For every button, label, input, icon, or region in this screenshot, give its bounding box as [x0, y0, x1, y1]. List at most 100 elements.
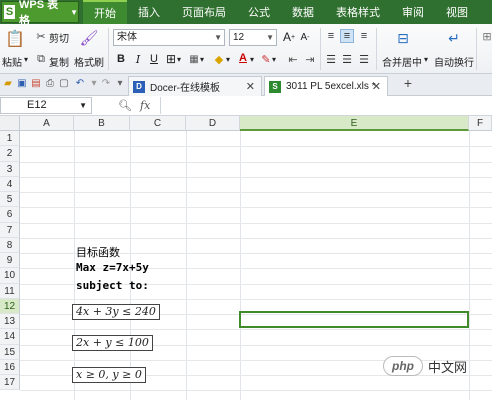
- row-header-6[interactable]: 6: [0, 207, 20, 223]
- copy-icon[interactable]: ⧉: [34, 52, 48, 66]
- row-header-11[interactable]: 11: [0, 283, 20, 299]
- name-box[interactable]: E12 ▼: [0, 97, 92, 114]
- close-icon[interactable]: ✕: [372, 80, 381, 93]
- print-preview-icon[interactable]: ▢: [58, 78, 70, 90]
- font-name-select[interactable]: 宋体 ▼: [113, 29, 225, 46]
- align-top-icon[interactable]: ≡: [324, 29, 338, 43]
- undo-icon[interactable]: ↶: [74, 78, 86, 90]
- row-header-7[interactable]: 7: [0, 222, 20, 238]
- fill-color-icon[interactable]: ◆: [212, 52, 226, 66]
- open-folder-icon[interactable]: ▰: [2, 78, 14, 90]
- font-size-select[interactable]: 12 ▼: [229, 29, 277, 46]
- formula-input[interactable]: [160, 97, 492, 114]
- constraint-equation-1[interactable]: 4x + 3y ≤ 240: [72, 304, 160, 320]
- column-header-e[interactable]: E: [240, 116, 469, 131]
- quick-access-dropdown-icon[interactable]: ▾: [114, 78, 126, 90]
- merge-center-icon[interactable]: ⊟: [393, 29, 413, 47]
- column-header-b[interactable]: B: [74, 116, 130, 131]
- cell-b9[interactable]: Max z=7x+5y: [76, 261, 149, 274]
- print-icon[interactable]: ⎙: [44, 78, 56, 90]
- close-icon[interactable]: ✕: [246, 80, 255, 93]
- clear-format-icon[interactable]: ✎: [259, 52, 273, 66]
- row-header-17[interactable]: 17: [0, 375, 20, 391]
- menu-insert[interactable]: 插入: [127, 0, 171, 24]
- app-menu-button[interactable]: S WPS 表格 ▼: [1, 0, 79, 27]
- cell-style-icon[interactable]: ▦: [187, 52, 201, 66]
- row-header-8[interactable]: 8: [0, 237, 20, 253]
- undo-dropdown-icon[interactable]: ▾: [88, 78, 100, 90]
- increase-font-icon[interactable]: A +: [282, 30, 296, 44]
- grid-line: [20, 161, 492, 163]
- align-right-icon[interactable]: ☰: [357, 52, 371, 66]
- row-header-5[interactable]: 5: [0, 192, 20, 208]
- tab-workbook[interactable]: S 3011 PL 5excel.xls * ✕: [264, 76, 388, 96]
- align-bottom-icon[interactable]: ≡: [357, 29, 371, 43]
- format-painter-button[interactable]: 格式刷: [74, 54, 104, 69]
- decrease-font-icon[interactable]: A-: [298, 30, 312, 44]
- menu-review[interactable]: 审阅: [391, 0, 435, 24]
- align-middle-icon[interactable]: ≡: [340, 29, 354, 43]
- column-header-d[interactable]: D: [186, 116, 240, 131]
- merge-dropdown-icon[interactable]: ▾: [424, 55, 428, 64]
- watermark-text: 中文网: [428, 359, 468, 375]
- function-icon[interactable]: fx: [140, 99, 150, 112]
- copy-button[interactable]: 复制: [49, 54, 69, 69]
- cell-b10[interactable]: subject to:: [76, 279, 149, 292]
- font-color-dropdown-icon[interactable]: ▾: [250, 55, 254, 64]
- export-pdf-icon[interactable]: ▤: [30, 78, 42, 90]
- save-icon[interactable]: ▣: [16, 78, 28, 90]
- select-all-corner[interactable]: [0, 116, 20, 131]
- menu-formulas[interactable]: 公式: [237, 0, 281, 24]
- new-tab-icon[interactable]: +: [402, 76, 414, 90]
- wrap-text-button[interactable]: 自动换行: [434, 54, 474, 69]
- more-icon[interactable]: ⊞: [480, 29, 492, 43]
- clear-format-dropdown-icon[interactable]: ▾: [272, 55, 276, 64]
- bold-button[interactable]: B: [114, 52, 128, 66]
- constraint-equation-2[interactable]: 2x + y ≤ 100: [72, 335, 153, 351]
- border-dropdown-icon[interactable]: ▾: [177, 55, 181, 64]
- cell-b8[interactable]: 目标函数: [76, 244, 120, 260]
- zoom-icon[interactable]: 🔍︎: [118, 99, 132, 112]
- align-left-icon[interactable]: ☰: [324, 52, 338, 66]
- menu-data[interactable]: 数据: [281, 0, 325, 24]
- row-header-15[interactable]: 15: [0, 344, 20, 360]
- format-painter-icon[interactable]: 🖌: [79, 28, 98, 48]
- paste-button[interactable]: 粘贴: [2, 54, 22, 69]
- constraint-equation-3[interactable]: x ≥ 0, y ≥ 0: [72, 367, 146, 383]
- indent-increase-icon[interactable]: ⇥: [303, 52, 317, 66]
- row-header-4[interactable]: 4: [0, 176, 20, 192]
- row-header-2[interactable]: 2: [0, 146, 20, 162]
- row-header-10[interactable]: 10: [0, 268, 20, 284]
- paste-dropdown-icon[interactable]: ▾: [24, 55, 28, 64]
- border-icon[interactable]: ⊞: [164, 52, 178, 66]
- paste-icon[interactable]: 📋: [5, 29, 25, 49]
- fill-color-dropdown-icon[interactable]: ▾: [226, 55, 230, 64]
- column-header-f[interactable]: F: [469, 116, 492, 131]
- redo-icon[interactable]: ↷: [100, 78, 112, 90]
- align-center-icon[interactable]: ☰: [340, 52, 354, 66]
- merge-center-button[interactable]: 合并居中: [382, 54, 422, 69]
- font-color-icon[interactable]: A: [236, 51, 250, 65]
- menu-view[interactable]: 视图: [435, 0, 479, 24]
- row-header-12[interactable]: 12: [0, 298, 20, 314]
- menu-home[interactable]: 开始: [83, 0, 127, 24]
- row-header-3[interactable]: 3: [0, 161, 20, 177]
- underline-button[interactable]: U: [147, 52, 161, 66]
- menu-table-style[interactable]: 表格样式: [325, 0, 391, 24]
- row-header-14[interactable]: 14: [0, 329, 20, 345]
- italic-button[interactable]: I: [131, 52, 145, 66]
- cell-style-dropdown-icon[interactable]: ▾: [200, 55, 204, 64]
- row-header-13[interactable]: 13: [0, 314, 20, 330]
- tab-docer[interactable]: D Docer-在线模板 ✕: [128, 76, 262, 96]
- row-header-9[interactable]: 9: [0, 253, 20, 269]
- scissors-icon[interactable]: ✂: [34, 29, 48, 43]
- row-header-1[interactable]: 1: [0, 131, 20, 147]
- indent-decrease-icon[interactable]: ⇤: [286, 52, 300, 66]
- column-header-c[interactable]: C: [130, 116, 186, 131]
- menu-page-layout[interactable]: 页面布局: [171, 0, 237, 24]
- row-header-16[interactable]: 16: [0, 359, 20, 375]
- selected-cell-e12[interactable]: [239, 311, 469, 328]
- column-header-a[interactable]: A: [20, 116, 74, 131]
- cut-button[interactable]: 剪切: [49, 30, 69, 45]
- wrap-text-icon[interactable]: ↵: [444, 29, 464, 47]
